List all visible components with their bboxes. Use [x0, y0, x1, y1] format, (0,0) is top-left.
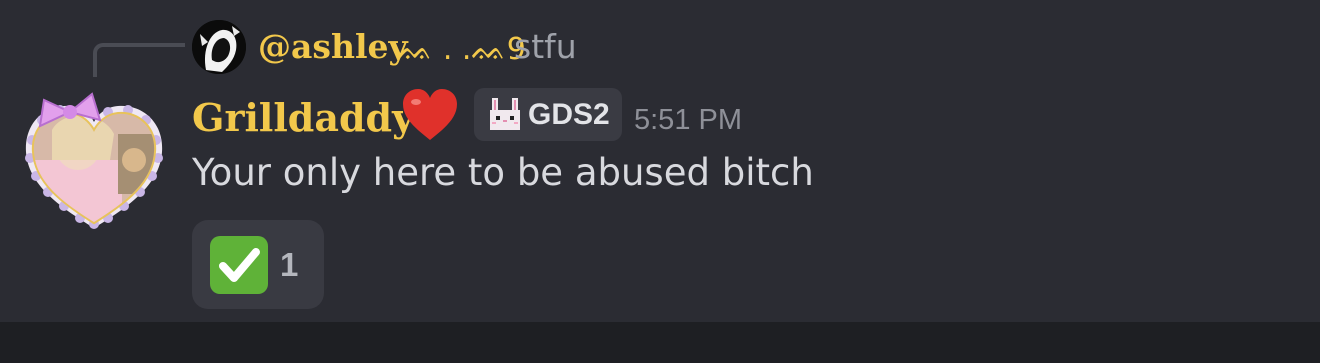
- heart-frame-avatar: [25, 92, 163, 229]
- server-tag-label: GDS2: [528, 98, 610, 131]
- reply-author-name[interactable]: @ashley: [258, 24, 408, 70]
- server-tag[interactable]: GDS2: [474, 88, 622, 141]
- check-mark-icon: [210, 236, 268, 294]
- heart-icon: [401, 88, 459, 142]
- bottom-bar: [0, 322, 1320, 363]
- message-author-name[interactable]: Grilldaddy: [192, 92, 414, 144]
- message-timestamp: 5:51 PM: [634, 104, 742, 136]
- avatar[interactable]: [22, 90, 167, 232]
- reaction-button[interactable]: 1: [192, 220, 324, 309]
- avatar-image: [192, 20, 246, 74]
- reply-avatar[interactable]: [192, 20, 246, 74]
- reply-preview-text[interactable]: stfu: [514, 24, 577, 70]
- reaction-count: 1: [280, 246, 299, 283]
- reply-connector: [93, 43, 185, 77]
- bunny-icon: [486, 96, 524, 134]
- message-area: @ashley ᨐ . .ᨐ9 stfu Grilldaddy GDS2 5:5…: [0, 0, 1320, 322]
- message-content: Your only here to be abused bitch: [192, 151, 814, 194]
- reply-author-decoration: ᨐ . .ᨐ9: [398, 32, 526, 67]
